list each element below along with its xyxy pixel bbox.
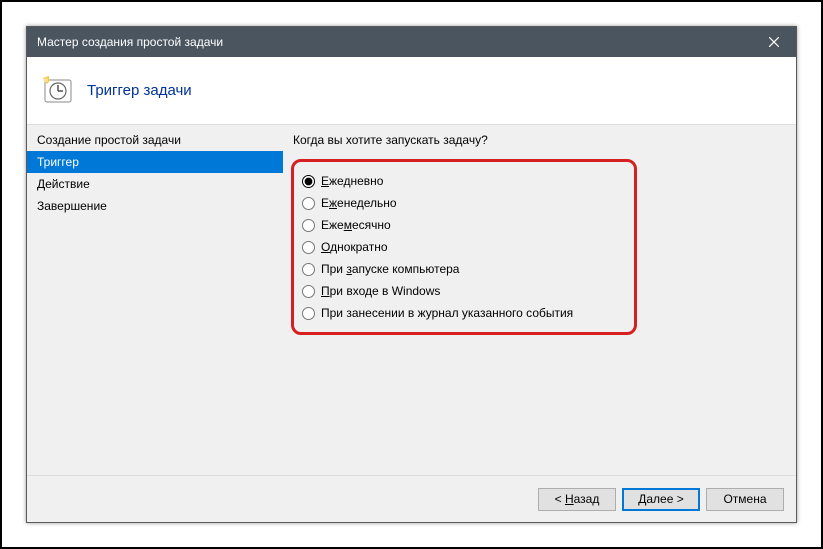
wizard-sidebar: Создание простой задачи Триггер Действие… xyxy=(27,125,283,475)
radio-at-startup[interactable]: При запуске компьютера xyxy=(302,258,624,280)
trigger-question: Когда вы хотите запускать задачу? xyxy=(293,133,780,147)
next-button[interactable]: Далее > xyxy=(622,488,700,511)
radio-monthly-input[interactable] xyxy=(302,219,315,232)
radio-monthly[interactable]: Ежемесячно xyxy=(302,214,624,236)
page-title: Триггер задачи xyxy=(87,82,192,99)
wizard-header: Триггер задачи xyxy=(27,57,796,125)
radio-at-startup-input[interactable] xyxy=(302,263,315,276)
radio-at-logon[interactable]: При входе в Windows xyxy=(302,280,624,302)
wizard-window: Мастер создания простой задачи Триггер з… xyxy=(26,26,797,523)
radio-daily-input[interactable] xyxy=(302,175,315,188)
back-button[interactable]: < Назад xyxy=(538,488,616,511)
wizard-clock-icon xyxy=(41,74,75,108)
cancel-button[interactable]: Отмена xyxy=(706,488,784,511)
radio-weekly-label: Еженедельно xyxy=(321,196,397,210)
radio-at-logon-input[interactable] xyxy=(302,285,315,298)
radio-once-label: Однократно xyxy=(321,240,388,254)
sidebar-item-create-task[interactable]: Создание простой задачи xyxy=(27,125,283,151)
radio-weekly[interactable]: Еженедельно xyxy=(302,192,624,214)
sidebar-item-finish[interactable]: Завершение xyxy=(27,195,283,217)
sidebar-item-action[interactable]: Действие xyxy=(27,173,283,195)
wizard-content: Когда вы хотите запускать задачу? Ежедне… xyxy=(283,125,796,475)
radio-once-input[interactable] xyxy=(302,241,315,254)
close-icon xyxy=(769,37,779,47)
radio-at-startup-label: При запуске компьютера xyxy=(321,262,459,276)
radio-on-event-input[interactable] xyxy=(302,307,315,320)
titlebar: Мастер создания простой задачи xyxy=(27,27,796,57)
radio-on-event-label: При занесении в журнал указанного событи… xyxy=(321,306,573,320)
radio-monthly-label: Ежемесячно xyxy=(321,218,391,232)
radio-once[interactable]: Однократно xyxy=(302,236,624,258)
radio-on-event[interactable]: При занесении в журнал указанного событи… xyxy=(302,302,624,324)
trigger-options-group: Ежедневно Еженедельно Ежемесячно Однокра… xyxy=(291,159,637,335)
wizard-footer: < Назад Далее > Отмена xyxy=(27,475,796,522)
radio-daily[interactable]: Ежедневно xyxy=(302,170,624,192)
radio-daily-label: Ежедневно xyxy=(321,174,383,188)
window-title: Мастер создания простой задачи xyxy=(37,35,751,49)
close-button[interactable] xyxy=(751,27,796,57)
radio-weekly-input[interactable] xyxy=(302,197,315,210)
wizard-body: Создание простой задачи Триггер Действие… xyxy=(27,125,796,475)
radio-at-logon-label: При входе в Windows xyxy=(321,284,440,298)
sidebar-item-trigger[interactable]: Триггер xyxy=(27,151,283,173)
